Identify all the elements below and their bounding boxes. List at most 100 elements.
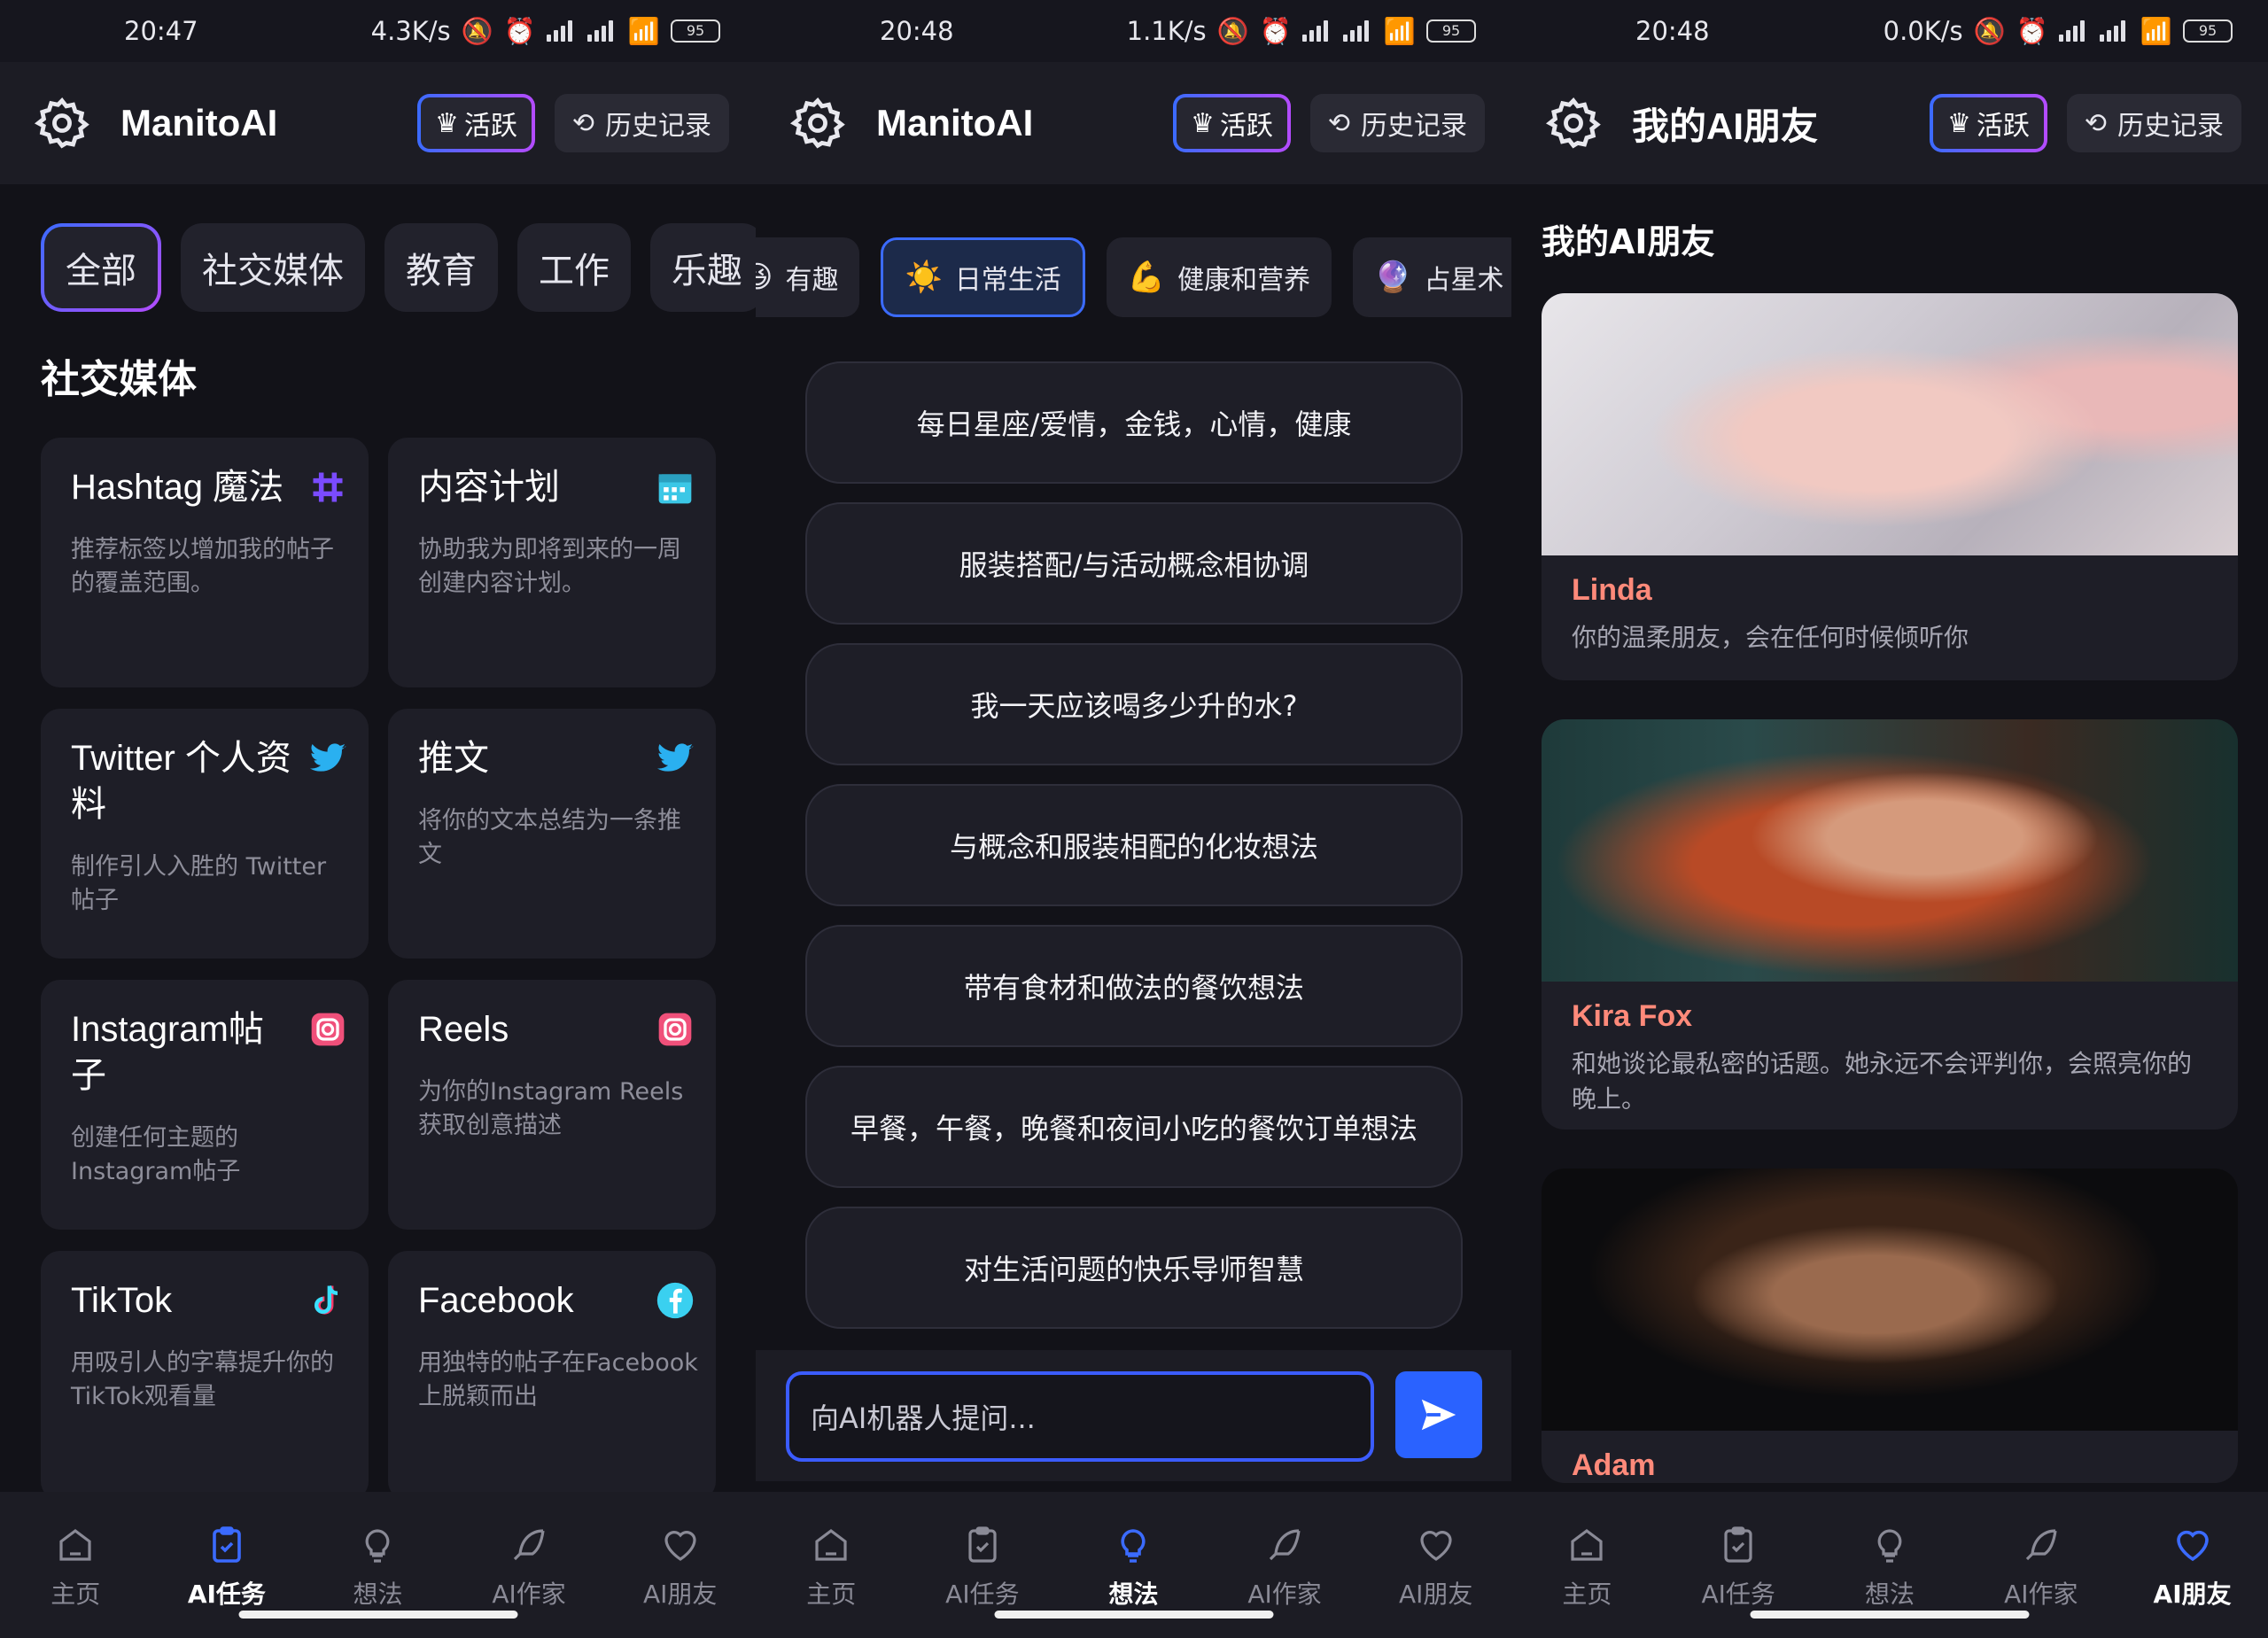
instagram-icon (658, 1013, 692, 1046)
nav-ideas[interactable]: 想法 (1823, 1524, 1956, 1611)
category-work[interactable]: 工作 (517, 223, 631, 312)
nav-ai-writer[interactable]: AI作家 (1975, 1524, 2108, 1611)
friend-desc: 和她谈论最私密的话题。她永远不会评判你，会照亮你的晚上。 (1572, 1049, 2193, 1114)
history-icon: ⟲ (1327, 107, 1350, 139)
idea-list: 每日星座/爱情，金钱，心情，健康 服装搭配/与活动概念相协调 我一天应该喝多少升… (756, 317, 1511, 1329)
category-social-media[interactable]: 社交媒体 (181, 223, 365, 312)
sun-icon: ☀️ (905, 260, 943, 295)
idea-button[interactable]: 服装搭配/与活动概念相协调 (805, 502, 1463, 625)
task-card[interactable]: Facebook 用独特的帖子在Facebook上脱颖而出 (388, 1251, 716, 1501)
nav-home[interactable]: 主页 (1520, 1524, 1653, 1611)
nav-ai-friends[interactable]: AI朋友 (2126, 1524, 2259, 1611)
nav-label: AI朋友 (642, 1580, 718, 1609)
history-button[interactable]: ⟲ 历史记录 (2066, 94, 2241, 152)
task-desc: 用独特的帖子在Facebook上脱颖而出 (418, 1349, 698, 1410)
nav-ai-friends[interactable]: AI朋友 (614, 1524, 747, 1611)
ask-input[interactable]: 向AI机器人提问... (786, 1371, 1374, 1462)
gear-icon[interactable] (34, 95, 90, 151)
nav-ai-tasks[interactable]: AI任务 (1672, 1524, 1805, 1611)
nav-ai-writer[interactable]: AI作家 (1218, 1524, 1351, 1611)
task-card[interactable]: Hashtag 魔法 推荐标签以增加我的帖子的覆盖范围。 (41, 438, 369, 687)
friend-card[interactable]: Adam (1542, 1168, 2238, 1483)
history-label: 历史记录 (605, 111, 711, 142)
active-button[interactable]: ♛ 活跃 (1173, 94, 1291, 152)
signal-icon (2099, 20, 2130, 42)
category-education[interactable]: 教育 (384, 223, 498, 312)
chip-astrology[interactable]: 🔮 占星术 (1353, 237, 1511, 317)
clipboard-icon (1724, 1526, 1752, 1563)
friend-card[interactable]: Linda 你的温柔朋友，会在任何时候倾听你 (1542, 293, 2238, 680)
nav-ideas[interactable]: 想法 (311, 1524, 444, 1611)
clipboard-icon (213, 1526, 241, 1563)
idea-button[interactable]: 与概念和服装相配的化妆想法 (805, 784, 1463, 906)
home-icon (59, 1529, 91, 1561)
friend-name: Kira Fox (1572, 999, 1693, 1033)
idea-button[interactable]: 带有食材和做法的餐饮想法 (805, 925, 1463, 1047)
home-icon (1571, 1529, 1603, 1561)
chip-fun[interactable]: 😆 有趣 (756, 237, 860, 317)
task-title: Twitter 个人资料 (71, 739, 291, 824)
task-card[interactable]: TikTok 用吸引人的字幕提升你的TikTok观看量 (41, 1251, 369, 1501)
calendar-icon (658, 474, 692, 504)
task-card[interactable]: 推文 将你的文本总结为一条推文 (388, 709, 716, 959)
nav-ai-tasks[interactable]: AI任务 (160, 1524, 293, 1611)
home-indicator[interactable] (238, 1611, 517, 1619)
status-bar: 20:47 4.3K/s 🔕 ⏰ 📶 95 (0, 0, 756, 62)
nav-label: 想法 (1108, 1580, 1159, 1609)
task-card[interactable]: Instagram帖子 创建任何主题的Instagram帖子 (41, 980, 369, 1230)
gear-icon[interactable] (1545, 95, 1602, 151)
nav-label: 主页 (806, 1580, 857, 1609)
nav-ai-friends[interactable]: AI朋友 (1370, 1524, 1503, 1611)
nav-ai-tasks[interactable]: AI任务 (916, 1524, 1049, 1611)
twitter-icon (309, 743, 346, 772)
twitter-icon (656, 743, 694, 772)
network-speed: 4.3K/s (370, 16, 451, 46)
idea-button[interactable]: 对生活问题的快乐导师智慧 (805, 1207, 1463, 1329)
nav-label: 主页 (1562, 1580, 1612, 1609)
category-all[interactable]: 全部 (41, 223, 161, 312)
send-button[interactable] (1395, 1371, 1482, 1458)
idea-button[interactable]: 每日星座/爱情，金钱，心情，健康 (805, 361, 1463, 484)
task-desc: 为你的Instagram Reels获取创意描述 (418, 1078, 684, 1139)
active-button[interactable]: ♛ 活跃 (1930, 94, 2047, 152)
friend-name: Linda (1572, 573, 1652, 607)
history-button[interactable]: ⟲ 历史记录 (1309, 94, 1485, 152)
home-indicator[interactable] (994, 1611, 1273, 1619)
active-label: 活跃 (1219, 111, 1273, 142)
task-grid: Hashtag 魔法 推荐标签以增加我的帖子的覆盖范围。 内容计划 协助我为即将… (0, 404, 756, 1501)
nav-home[interactable]: 主页 (765, 1524, 897, 1611)
tiktok-icon (315, 1285, 338, 1315)
nav-label: AI作家 (2004, 1580, 2078, 1609)
task-desc: 将你的文本总结为一条推文 (418, 807, 681, 868)
active-button[interactable]: ♛ 活跃 (417, 94, 535, 152)
task-desc: 推荐标签以增加我的帖子的覆盖范围。 (71, 536, 334, 597)
chip-daily-life[interactable]: ☀️ 日常生活 (881, 237, 1085, 317)
nav-label: AI任务 (945, 1580, 1020, 1609)
idea-category-chips: 😆 有趣 ☀️ 日常生活 💪 健康和营养 🔮 占星术 (756, 184, 1511, 317)
home-indicator[interactable] (1750, 1611, 2030, 1619)
nav-label: 主页 (50, 1580, 101, 1609)
gear-icon[interactable] (789, 95, 846, 151)
task-card[interactable]: Reels 为你的Instagram Reels获取创意描述 (388, 980, 716, 1230)
idea-button[interactable]: 我一天应该喝多少升的水? (805, 643, 1463, 765)
nav-label: AI朋友 (2153, 1580, 2232, 1609)
task-card[interactable]: 内容计划 协助我为即将到来的一周创建内容计划。 (388, 438, 716, 687)
nav-ideas[interactable]: 想法 (1067, 1524, 1200, 1611)
history-label: 历史记录 (2117, 111, 2224, 142)
idea-button[interactable]: 早餐，午餐，晚餐和夜间小吃的餐饮订单想法 (805, 1066, 1463, 1188)
bottom-nav: 主页 AI任务 想法 AI作家 AI朋友 (1511, 1492, 2268, 1638)
status-time: 20:47 (124, 16, 198, 46)
task-card[interactable]: Twitter 个人资料 制作引人入胜的 Twitter 帖子 (41, 709, 369, 959)
nav-ai-writer[interactable]: AI作家 (462, 1524, 595, 1611)
app-title: ManitoAI (120, 102, 278, 144)
instagram-icon (311, 1013, 345, 1046)
task-desc: 协助我为即将到来的一周创建内容计划。 (418, 536, 681, 597)
history-button[interactable]: ⟲ 历史记录 (554, 94, 729, 152)
app-header: ManitoAI ♛ 活跃 ⟲ 历史记录 (0, 62, 756, 184)
friend-card[interactable]: Kira Fox 和她谈论最私密的话题。她永远不会评判你，会照亮你的晚上。 (1542, 719, 2238, 1130)
crystal-ball-icon: 🔮 (1374, 260, 1412, 295)
chip-health[interactable]: 💪 健康和营养 (1106, 237, 1332, 317)
category-fun[interactable]: 乐趣 (650, 223, 756, 312)
nav-home[interactable]: 主页 (9, 1524, 142, 1611)
chip-label: 占星术 (1424, 265, 1504, 296)
